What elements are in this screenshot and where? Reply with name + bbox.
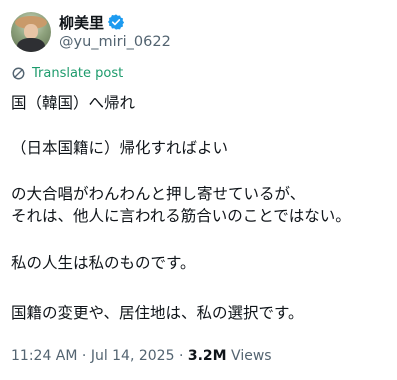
avatar-body xyxy=(17,38,45,52)
author-info: 柳美里 @yu_miri_0622 xyxy=(59,12,171,52)
avatar-face xyxy=(24,24,38,39)
translate-icon xyxy=(12,67,25,80)
views-count: 3.2M xyxy=(187,348,227,364)
display-name[interactable]: 柳美里 xyxy=(59,12,104,33)
translate-post-link[interactable]: Translate post xyxy=(11,66,123,81)
user-handle[interactable]: @yu_miri_0622 xyxy=(59,33,171,52)
post-date[interactable]: Jul 14, 2025 xyxy=(91,348,175,364)
post: 柳美里 @yu_miri_0622 Translate post 国（韓国）へ帰… xyxy=(0,0,397,380)
meta-separator: · xyxy=(81,348,87,364)
verified-badge-icon[interactable] xyxy=(107,13,125,31)
post-line-3: の大合唱がわんわんと押し寄せているが、 xyxy=(11,185,306,203)
translate-post-label: Translate post xyxy=(32,66,124,81)
meta-separator: · xyxy=(178,348,184,364)
post-metadata: 11:24 AM · Jul 14, 2025 · 3.2M Views xyxy=(11,348,272,364)
avatar[interactable] xyxy=(11,12,51,52)
post-line-5: 私の人生は私のものです。 xyxy=(11,254,196,272)
post-time[interactable]: 11:24 AM xyxy=(11,348,77,364)
post-line-4: それは、他人に言われる筋合いのことではない。 xyxy=(11,207,351,225)
name-row: 柳美里 xyxy=(59,12,171,32)
post-line-6: 国籍の変更や、居住地は、私の選択です。 xyxy=(11,304,304,322)
post-line-1: 国（韓国）へ帰れ xyxy=(11,94,136,112)
post-header: 柳美里 @yu_miri_0622 xyxy=(11,11,171,53)
post-line-2: （日本国籍に）帰化すればよい xyxy=(11,139,229,157)
views-label: Views xyxy=(231,348,272,364)
